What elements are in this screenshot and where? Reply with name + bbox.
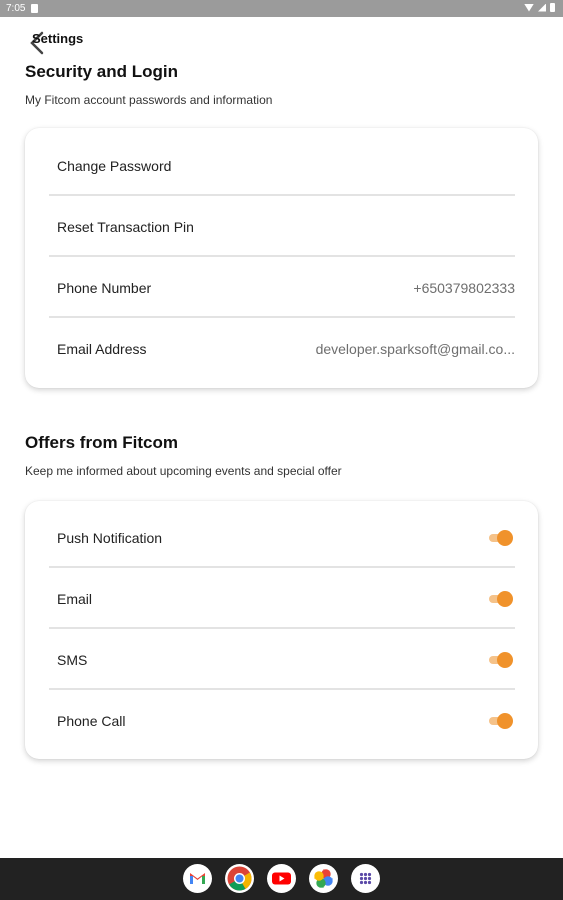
- photos-icon[interactable]: [309, 864, 338, 893]
- reset-transaction-pin-row[interactable]: Reset Transaction Pin: [49, 196, 515, 257]
- change-password-row[interactable]: Change Password: [49, 135, 515, 196]
- security-section-title: Security and Login: [25, 62, 179, 81]
- sms-toggle[interactable]: [489, 651, 513, 668]
- photos-glyph: [314, 869, 333, 888]
- row-label: Email: [57, 590, 93, 607]
- app-drawer-glyph: [359, 872, 372, 885]
- push-notification-row: Push Notification: [49, 507, 515, 568]
- toggle-thumb: [497, 651, 513, 668]
- page-title: Settings: [32, 31, 84, 46]
- push-notification-toggle[interactable]: [489, 529, 513, 546]
- toggle-thumb: [497, 590, 513, 607]
- app-drawer-icon[interactable]: [351, 864, 380, 893]
- sms-row: SMS: [49, 629, 515, 690]
- status-bar: 7:05: [0, 0, 563, 17]
- youtube-icon[interactable]: [267, 864, 296, 893]
- security-section-subtitle: My Fitcom account passwords and informat…: [25, 93, 273, 107]
- wifi-icon: [524, 3, 534, 12]
- chrome-icon[interactable]: [225, 864, 254, 893]
- row-label: Phone Call: [57, 712, 126, 729]
- row-label: Phone Number: [57, 279, 152, 296]
- phone-number-row[interactable]: Phone Number +650379802333: [49, 257, 515, 318]
- sim-card-icon: [31, 4, 38, 13]
- email-address-value: developer.sparksoft@gmail.co...: [315, 340, 515, 357]
- email-toggle[interactable]: [489, 590, 513, 607]
- email-address-row[interactable]: Email Address developer.sparksoft@gmail.…: [49, 318, 515, 379]
- status-time: 7:05: [6, 3, 26, 14]
- gmail-glyph: [190, 873, 205, 884]
- gmail-icon[interactable]: [183, 864, 212, 893]
- phone-call-row: Phone Call: [49, 690, 515, 751]
- row-label: Change Password: [57, 157, 172, 174]
- phone-number-value: +650379802333: [413, 279, 515, 296]
- security-card: Change Password Reset Transaction Pin Ph…: [25, 128, 538, 388]
- toggle-thumb: [497, 529, 513, 546]
- row-label: Reset Transaction Pin: [57, 218, 194, 235]
- offers-section-title: Offers from Fitcom: [25, 433, 179, 452]
- row-label: Push Notification: [57, 529, 163, 546]
- status-icons: [524, 3, 555, 12]
- row-label: Email Address: [57, 340, 147, 357]
- toggle-thumb: [497, 712, 513, 729]
- phone-call-toggle[interactable]: [489, 712, 513, 729]
- offers-card: Push Notification Email SMS Phone Call: [25, 501, 538, 759]
- app-dock: [183, 864, 380, 893]
- offers-section-subtitle: Keep me informed about upcoming events a…: [25, 464, 342, 478]
- row-label: SMS: [57, 651, 88, 668]
- chrome-glyph: [227, 866, 252, 891]
- signal-icon: [538, 3, 546, 12]
- youtube-glyph: [272, 872, 291, 885]
- email-row: Email: [49, 568, 515, 629]
- battery-icon: [550, 3, 555, 12]
